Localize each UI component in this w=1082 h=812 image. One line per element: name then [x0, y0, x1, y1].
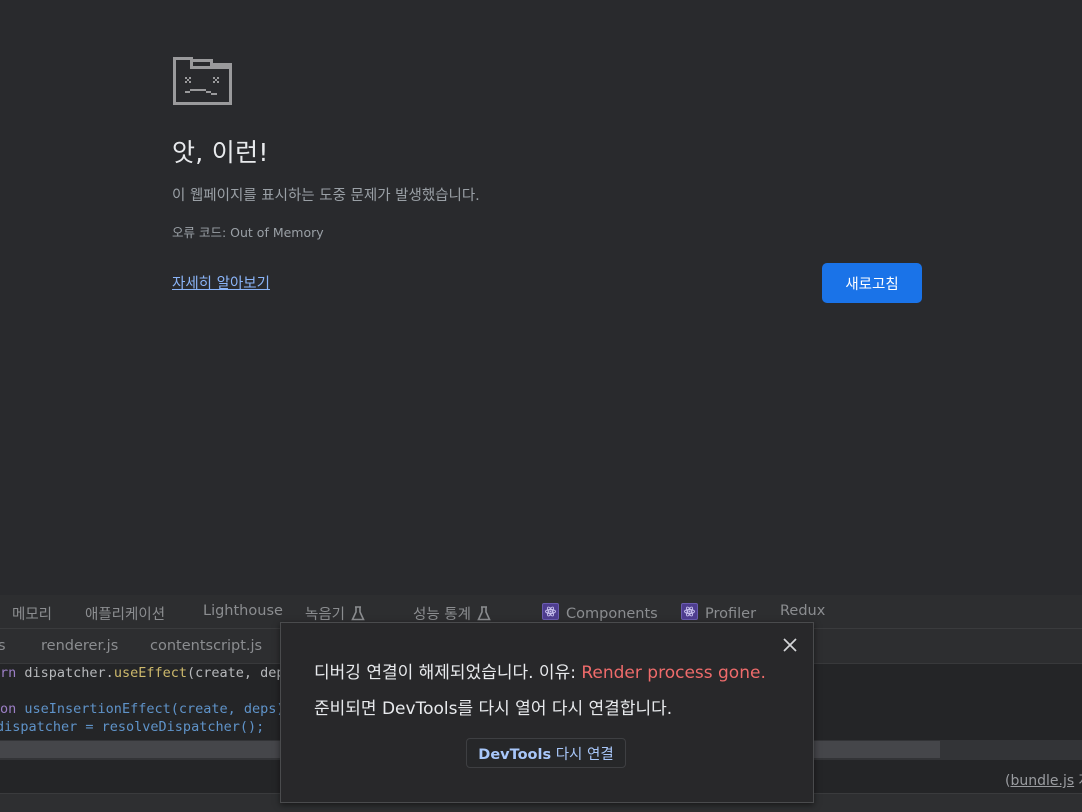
file-tab-partial[interactable]: s [0, 638, 6, 654]
tab-application[interactable]: 애플리케이션 [85, 603, 165, 624]
crash-page: 앗, 이런! 이 웹페이지를 표시하는 도중 문제가 발생했습니다. 오류 코드… [0, 0, 1082, 595]
error-code-label: 오류 코드: [172, 225, 231, 240]
code-line: dispatcher = resolveDispatcher(); [0, 719, 265, 735]
error-code: 오류 코드: Out of Memory [172, 222, 324, 241]
error-description: 이 웹페이지를 표시하는 도중 문제가 발생했습니다. [172, 188, 480, 204]
disconnect-reason: Render process gone. [581, 663, 766, 683]
flask-icon [351, 606, 365, 621]
file-tab-contentscript[interactable]: contentscript.js [150, 638, 262, 654]
code-line: rn dispatcher.useEffect(create, dep [0, 665, 285, 681]
tab-memory[interactable]: 메모리 [12, 603, 52, 624]
tab-lighthouse[interactable]: Lighthouse [203, 603, 283, 619]
bundle-js-link[interactable]: bundle.js [1010, 773, 1074, 789]
dialog-message: 디버깅 연결이 해제되었습니다. 이유: Render process gone… [314, 663, 766, 683]
tab-recorder[interactable]: 녹음기 [305, 603, 365, 624]
react-icon [681, 603, 698, 620]
source-location: (bundle.js 자 [1005, 773, 1082, 789]
tab-components[interactable]: Components [542, 603, 658, 622]
sad-folder-icon [173, 57, 232, 105]
flask-icon [477, 606, 491, 621]
error-title: 앗, 이런! [172, 138, 269, 167]
tab-redux[interactable]: Redux [780, 603, 825, 619]
tab-profiler[interactable]: Profiler [681, 603, 756, 622]
tab-performance-insights[interactable]: 성능 통계 [413, 603, 491, 624]
reload-button[interactable]: 새로고침 [822, 263, 922, 303]
file-tab-renderer[interactable]: renderer.js [41, 638, 118, 654]
dialog-message-secondary: 준비되면 DevTools를 다시 열어 다시 연결합니다. [314, 699, 673, 719]
code-line: on useInsertionEffect(create, deps) [0, 701, 285, 717]
learn-more-link[interactable]: 자세히 알아보기 [172, 272, 270, 293]
debugger-disconnected-dialog: 디버깅 연결이 해제되었습니다. 이유: Render process gone… [280, 622, 814, 803]
error-code-value: Out of Memory [230, 225, 324, 240]
reconnect-devtools-button[interactable]: DevTools 다시 연결 [466, 738, 626, 768]
react-icon [542, 603, 559, 620]
close-icon[interactable] [782, 637, 798, 653]
